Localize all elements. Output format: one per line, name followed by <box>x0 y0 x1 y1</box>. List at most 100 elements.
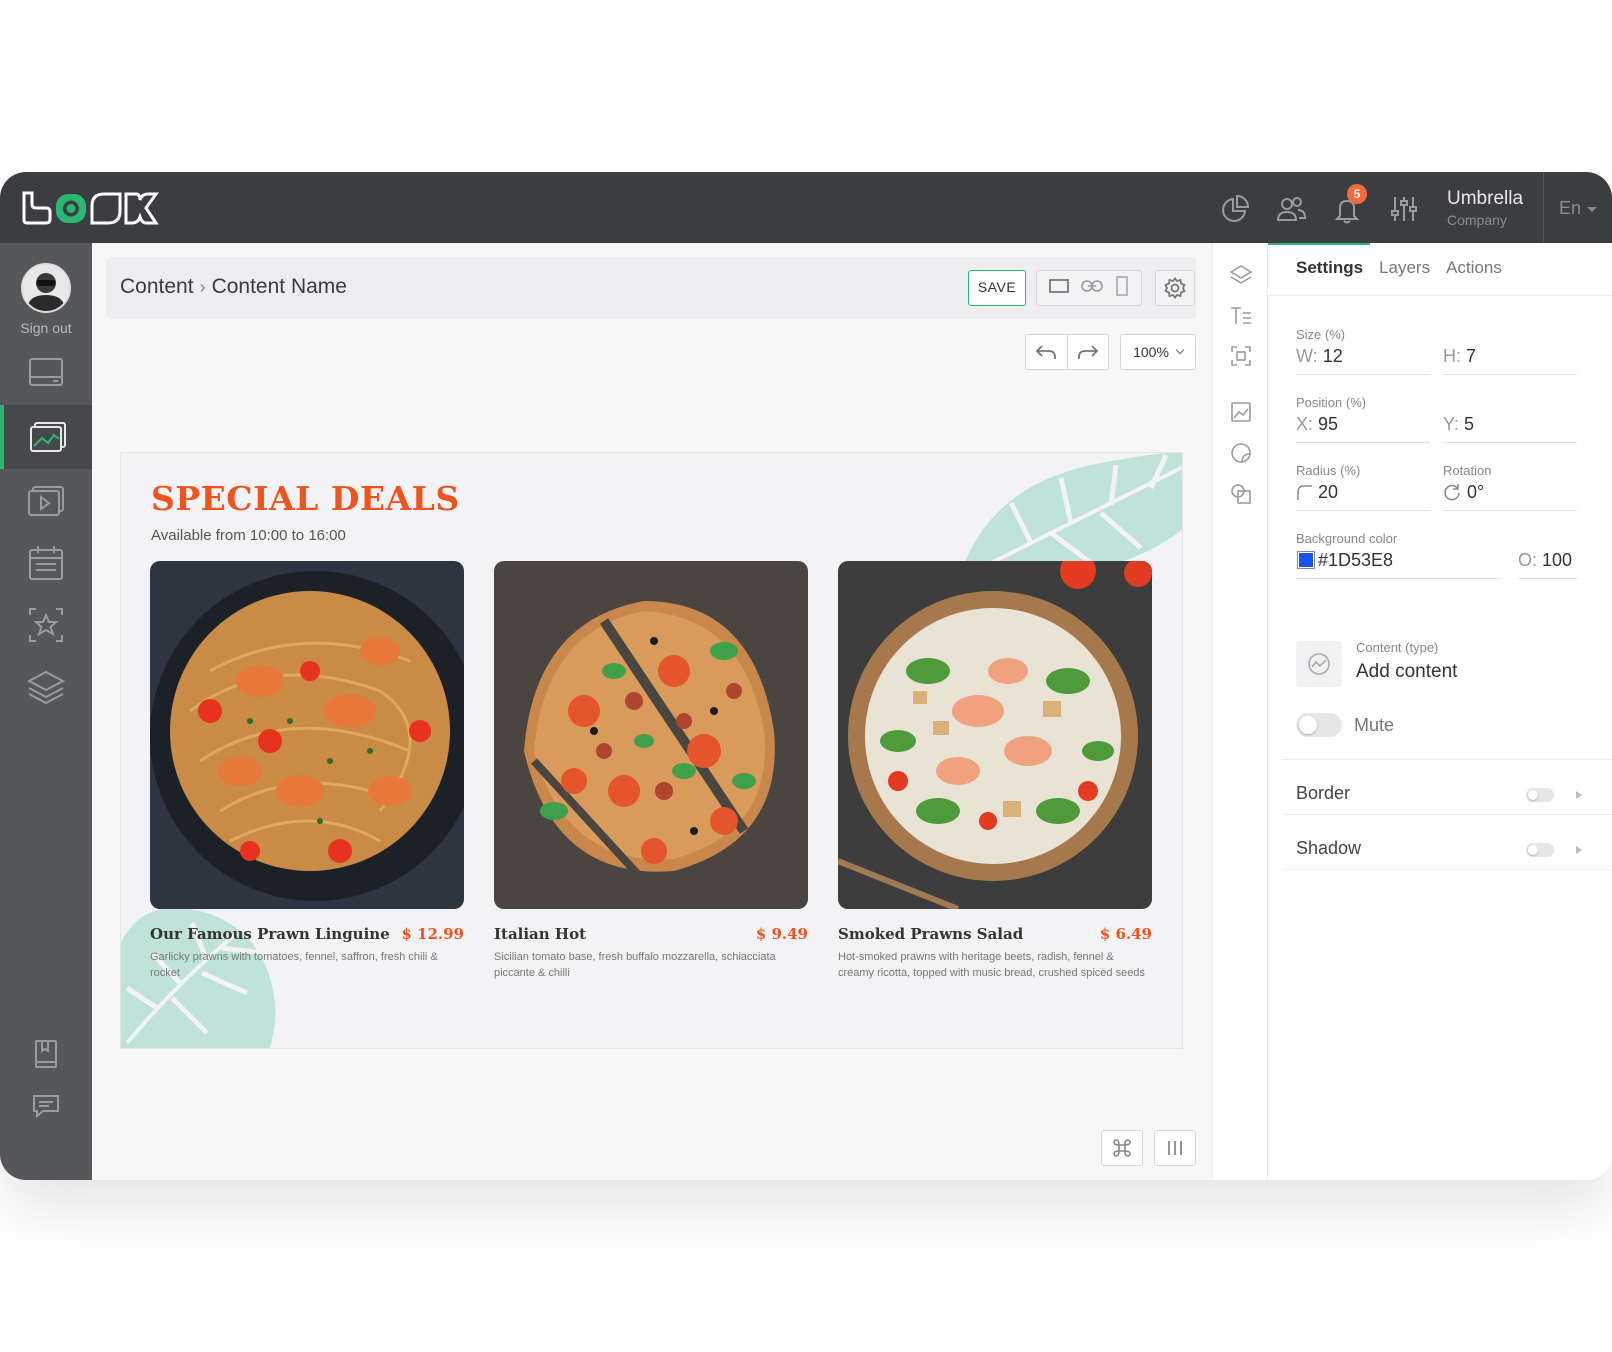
x-prefix: X: <box>1296 414 1314 434</box>
video-icon <box>28 486 64 516</box>
add-content-button[interactable] <box>1296 641 1342 687</box>
breadcrumb-root[interactable]: Content <box>120 275 194 298</box>
avatar[interactable] <box>21 263 71 313</box>
shortcuts-button[interactable] <box>1101 1130 1143 1166</box>
language-select[interactable]: En <box>1559 198 1598 219</box>
rotation-field[interactable]: 0° <box>1443 475 1577 511</box>
opacity-prefix: O: <box>1518 550 1538 570</box>
sliders-icon[interactable] <box>1388 193 1420 225</box>
tab-settings[interactable]: Settings <box>1267 243 1371 295</box>
book-icon <box>35 1040 57 1068</box>
tool-text[interactable] <box>1227 302 1255 330</box>
landscape-icon[interactable] <box>1049 278 1069 299</box>
leaf-decoration-top <box>961 453 1182 573</box>
color-swatch[interactable] <box>1298 552 1314 568</box>
editor-workspace: Content › Content Name SAVE 100% SPECIAL… <box>92 243 1212 1180</box>
mute-label: Mute <box>1354 715 1395 735</box>
calendar-icon <box>29 546 63 580</box>
sidebar-item-layers[interactable] <box>0 655 92 719</box>
menu-item[interactable]: Smoked Prawns Salad $ 6.49 Hot-smoked pra… <box>838 561 1152 981</box>
item-price: $ 6.49 <box>1099 925 1152 943</box>
x-field[interactable]: X: 95 <box>1296 407 1430 443</box>
content-preview[interactable]: SPECIAL DEALS Available from 10:00 to 16… <box>120 452 1183 1049</box>
item-name: Our Famous Prawn Linguine <box>150 925 390 943</box>
x-value: 95 <box>1318 414 1339 434</box>
tool-shapes[interactable] <box>1227 480 1255 508</box>
breadcrumb-current: Content Name <box>211 275 347 298</box>
bg-color-field[interactable]: #1D53E8 <box>1296 543 1501 579</box>
sidebar-item-schedule[interactable] <box>0 531 92 595</box>
item-name: Italian Hot <box>494 925 587 943</box>
shadow-toggle[interactable] <box>1526 843 1554 857</box>
redo-button[interactable] <box>1068 335 1109 369</box>
mute-toggle[interactable] <box>1296 713 1342 737</box>
menu-item[interactable]: Our Famous Prawn Linguine $ 12.99 Garlick… <box>150 561 464 981</box>
history-controls <box>1025 334 1109 370</box>
height-field[interactable]: H: 7 <box>1443 339 1577 375</box>
portrait-icon[interactable] <box>1115 275 1129 301</box>
breadcrumb-separator: › <box>199 277 206 297</box>
tool-widget[interactable] <box>1227 439 1255 467</box>
layers-icon <box>1229 265 1253 284</box>
width-field[interactable]: W: 12 <box>1296 339 1430 375</box>
command-icon <box>1113 1139 1131 1157</box>
analytics-icon[interactable] <box>1219 193 1251 225</box>
notifications-badge: 5 <box>1347 184 1367 204</box>
section-divider <box>1282 814 1612 815</box>
border-toggle[interactable] <box>1526 788 1554 802</box>
add-content-link[interactable]: Add content <box>1356 661 1457 683</box>
radius-field[interactable]: 20 <box>1296 475 1430 511</box>
tab-layers[interactable]: Layers <box>1379 243 1430 295</box>
sidebar-item-displays[interactable] <box>0 341 92 405</box>
y-value: 5 <box>1464 414 1475 434</box>
image-icon <box>1231 402 1251 422</box>
look-logo[interactable] <box>20 190 162 226</box>
shadow-section[interactable]: Shadow <box>1296 838 1361 859</box>
sidebar-item-favorites[interactable] <box>0 593 92 657</box>
sidebar-item-chat[interactable] <box>0 1081 92 1131</box>
opacity-field[interactable]: O: 100 <box>1518 543 1578 579</box>
star-icon <box>29 608 63 642</box>
item-description: Garlicky prawns with tomatoes, fennel, s… <box>150 951 438 979</box>
chevron-right-icon[interactable] <box>1576 846 1582 854</box>
undo-icon <box>1035 345 1057 359</box>
sign-out-link[interactable]: Sign out <box>0 320 92 336</box>
sidebar-item-video[interactable] <box>0 469 92 533</box>
tool-layers[interactable] <box>1227 261 1255 289</box>
users-icon[interactable] <box>1275 193 1307 225</box>
sidebar-item-docs[interactable] <box>0 1029 92 1079</box>
chevron-right-icon[interactable] <box>1576 791 1582 799</box>
width-value: 12 <box>1322 346 1343 366</box>
zoom-select[interactable]: 100% <box>1120 334 1196 370</box>
menu-subtitle: Available from 10:00 to 16:00 <box>151 527 346 544</box>
bg-color-value: #1D53E8 <box>1318 550 1394 570</box>
border-section[interactable]: Border <box>1296 783 1350 804</box>
link-icon[interactable] <box>1081 279 1103 298</box>
undo-button[interactable] <box>1026 335 1068 369</box>
tool-qr[interactable] <box>1227 342 1255 370</box>
content-type-label: Content (type) <box>1356 640 1439 655</box>
sidebar-item-media[interactable] <box>0 405 92 469</box>
gear-icon <box>1164 277 1186 299</box>
radius-value: 20 <box>1318 482 1339 502</box>
save-button[interactable]: SAVE <box>968 270 1026 306</box>
settings-button[interactable] <box>1155 270 1195 306</box>
company-switcher[interactable]: Umbrella Company <box>1447 188 1523 228</box>
display-icon <box>29 358 63 386</box>
corner-radius-icon <box>1297 485 1312 500</box>
top-bar: 5 Umbrella Company En <box>0 172 1612 243</box>
chevron-down-icon <box>1175 345 1185 355</box>
company-name: Umbrella <box>1447 188 1524 209</box>
height-value: 7 <box>1466 346 1477 366</box>
chevron-down-icon <box>1587 206 1598 212</box>
y-field[interactable]: Y: 5 <box>1443 407 1577 443</box>
chat-icon <box>33 1095 59 1119</box>
sidebar: Sign out <box>0 243 92 1180</box>
height-prefix: H: <box>1443 346 1461 366</box>
editor-toolbar: Content › Content Name SAVE <box>106 257 1196 319</box>
tool-image[interactable] <box>1227 398 1255 426</box>
columns-icon <box>1168 1141 1182 1155</box>
menu-item[interactable]: Italian Hot $ 9.49 Sicilian tomato base, … <box>494 561 808 981</box>
columns-button[interactable] <box>1154 1130 1196 1166</box>
tab-actions[interactable]: Actions <box>1446 243 1502 295</box>
